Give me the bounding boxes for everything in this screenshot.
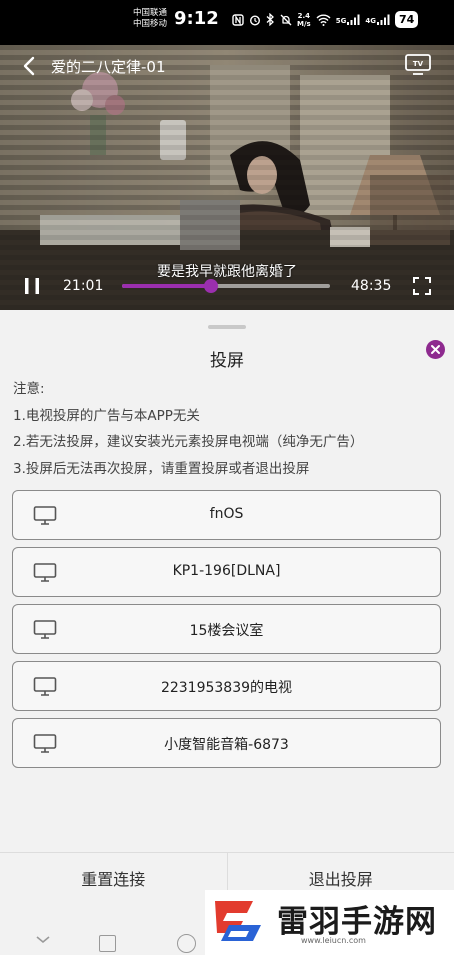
device-name: 小度智能音箱-6873	[164, 737, 289, 753]
player-controls: 21:01 48:35	[0, 270, 454, 302]
pause-icon[interactable]	[22, 276, 42, 296]
note-line: 1.电视投屏的广告与本APP无关	[13, 407, 200, 424]
sheet-title: 投屏	[210, 351, 244, 371]
cast-sheet: 投屏 注意: 1.电视投屏的广告与本APP无关 2.若无法投屏，建议安装光元素投…	[0, 312, 454, 955]
wifi-icon	[316, 14, 331, 26]
note-heading: 注意:	[13, 381, 45, 397]
device-name: 15楼会议室	[189, 623, 264, 639]
fullscreen-icon[interactable]	[412, 276, 432, 296]
signal-5g-label: 5G	[335, 17, 347, 25]
total-time: 48:35	[351, 278, 392, 294]
seek-bar-thumb[interactable]	[204, 279, 219, 293]
watermark-name: 雷羽手游网	[277, 904, 437, 940]
note-line: 3.投屏后无法再次投屏，请重置投屏或者退出投屏	[13, 460, 310, 477]
nfc-icon	[232, 13, 244, 26]
reset-connection-button[interactable]: 重置连接	[0, 853, 227, 915]
site-watermark: 雷羽手游网 www.leiucn.com	[205, 890, 454, 955]
nav-home-icon[interactable]	[99, 935, 116, 952]
net-speed-unit: M/s	[297, 19, 311, 28]
device-name: 2231953839的电视	[160, 680, 293, 696]
back-icon[interactable]	[18, 54, 42, 78]
video-top-bar: 爱的二八定律-01 TV	[0, 45, 454, 89]
device-item[interactable]: fnOS	[12, 490, 441, 540]
watermark-logo	[215, 901, 261, 941]
video-player[interactable]: 爱的二八定律-01 TV 要是我早就跟他离婚了 21:01 48:35	[0, 45, 454, 310]
signal-4g-icon: 4G	[365, 14, 390, 25]
device-item[interactable]: KP1-196[DLNA]	[12, 547, 441, 597]
status-icons: 2.4 M/s 5G 4G 74	[232, 11, 419, 28]
cast-notes: 注意: 1.电视投屏的广告与本APP无关 2.若无法投屏，建议安装光元素投屏电视…	[13, 376, 363, 482]
svg-text:TV: TV	[413, 60, 424, 68]
bluetooth-icon	[266, 13, 275, 26]
device-name: fnOS	[209, 506, 244, 522]
net-speed-value: 2.4	[297, 11, 311, 20]
nav-recent-icon[interactable]	[177, 934, 196, 953]
carrier-1: 中国联通	[133, 8, 168, 18]
net-speed: 2.4 M/s	[297, 12, 311, 28]
tv-cast-icon[interactable]: TV	[404, 52, 432, 76]
alarm-icon	[249, 14, 261, 26]
sheet-drag-handle[interactable]	[208, 325, 246, 329]
close-icon	[431, 345, 440, 354]
signal-5g-icon: 5G	[336, 14, 361, 25]
device-item[interactable]: 小度智能音箱-6873	[12, 718, 441, 768]
carrier-2: 中国移动	[133, 19, 168, 29]
close-button[interactable]	[426, 340, 445, 359]
current-time: 21:01	[63, 278, 104, 294]
nav-back-icon[interactable]	[34, 926, 52, 944]
clock: 9:12	[174, 8, 219, 29]
video-title: 爱的二八定律-01	[51, 58, 166, 76]
battery-indicator: 74	[394, 11, 419, 28]
watermark-url: www.leiucn.com	[301, 936, 366, 945]
seek-bar-progress	[122, 284, 212, 288]
device-name: KP1-196[DLNA]	[172, 563, 281, 579]
seek-bar[interactable]	[122, 279, 330, 293]
carrier-labels: 中国联通 中国移动	[133, 8, 167, 30]
note-line: 2.若无法投屏，建议安装光元素投屏电视端（纯净无广告）	[13, 434, 364, 450]
mute-icon	[280, 14, 292, 26]
status-bar: 中国联通 中国移动 9:12 2.4 M/s 5G 4G 74	[0, 0, 454, 45]
signal-4g-label: 4G	[365, 17, 376, 25]
device-item[interactable]: 15楼会议室	[12, 604, 441, 654]
device-item[interactable]: 2231953839的电视	[12, 661, 441, 711]
